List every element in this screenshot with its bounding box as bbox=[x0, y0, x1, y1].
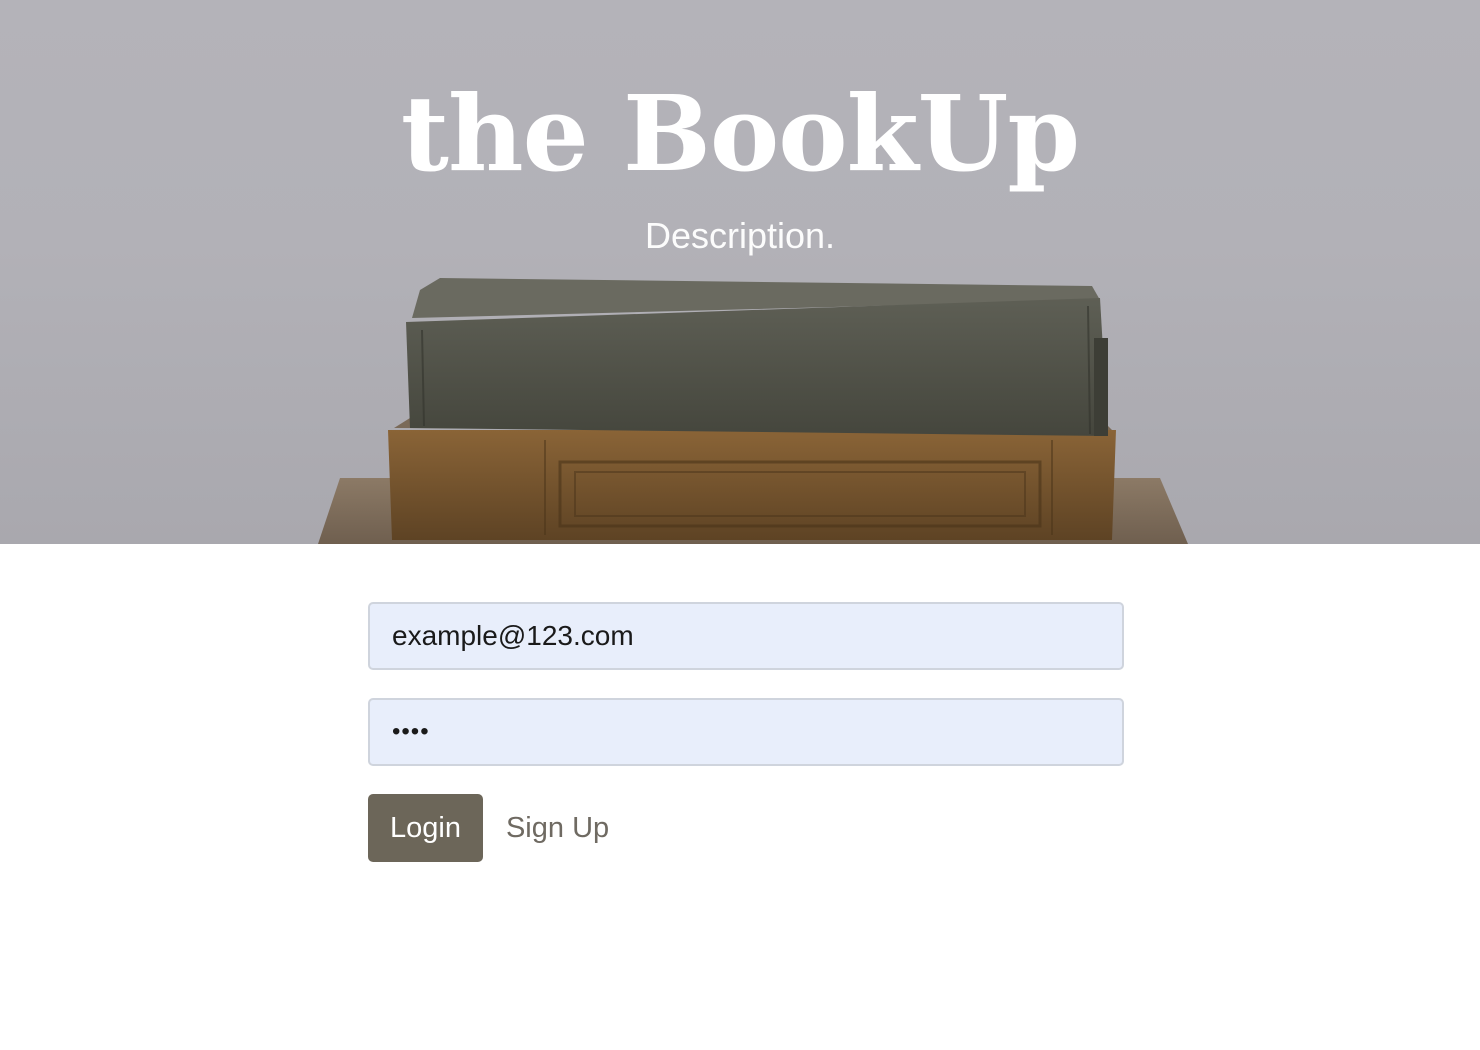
app-description: Description. bbox=[644, 215, 836, 256]
signup-link[interactable]: Sign Up bbox=[506, 812, 609, 845]
hero-banner: the BookUp Description. bbox=[0, 0, 1480, 544]
form-actions: Login Sign Up bbox=[368, 794, 1124, 862]
email-field[interactable] bbox=[368, 602, 1124, 670]
login-button[interactable]: Login bbox=[368, 794, 483, 862]
password-field[interactable] bbox=[368, 698, 1124, 766]
app-title: the BookUp bbox=[400, 72, 1080, 195]
login-form: Login Sign Up bbox=[368, 602, 1124, 862]
